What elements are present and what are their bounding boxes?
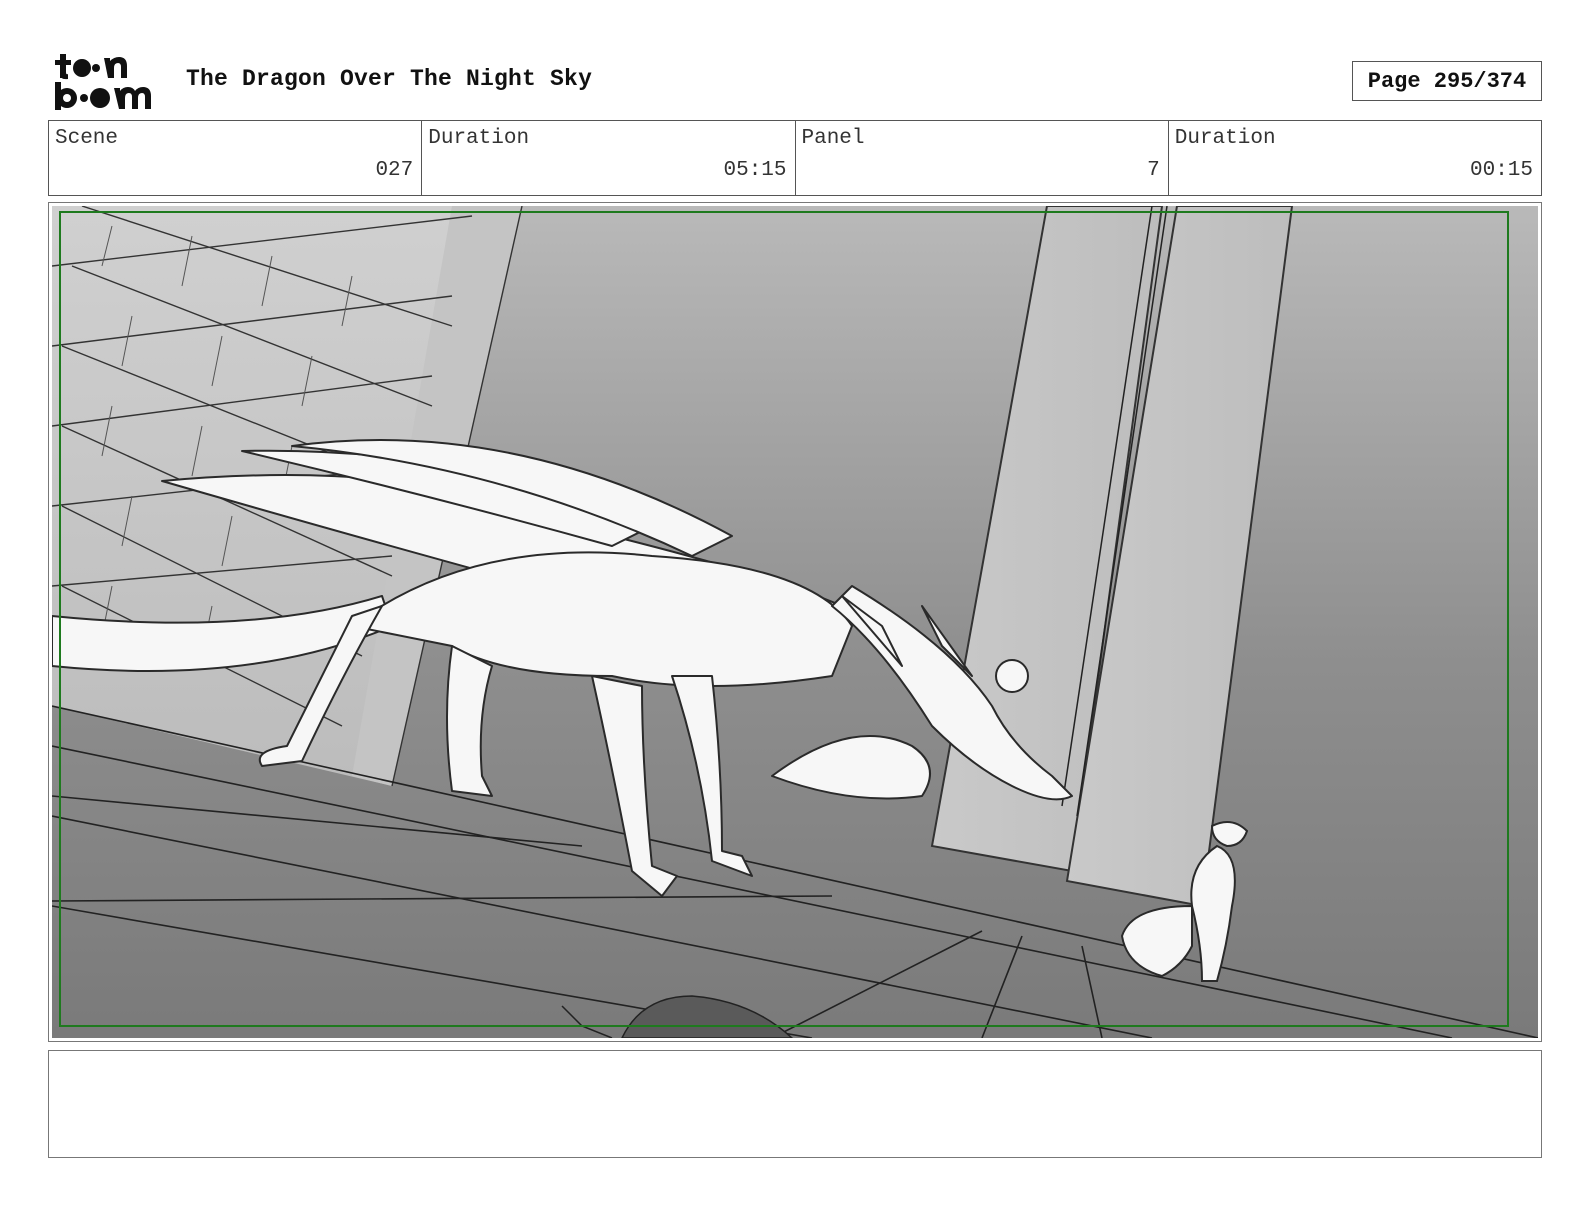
panel-value: 7 [1147,159,1160,182]
panel-duration-cell: Duration 00:15 [1169,121,1541,195]
panel-label: Panel [801,127,865,150]
panel-frame [48,202,1542,1042]
scene-cell: Scene 027 [49,121,423,195]
storyboard-panel-image [52,206,1538,1038]
panel-duration-label: Duration [1174,127,1276,150]
storyboard-title: The Dragon Over The Night Sky [186,66,593,92]
panel-notes-box [48,1050,1542,1158]
panel-cell: Panel 7 [796,121,1169,195]
scene-duration-value: 05:15 [723,159,787,182]
toon-boom-logo [55,54,151,110]
scene-label: Scene [55,127,119,150]
scene-value: 027 [375,159,414,182]
panel-duration-value: 00:15 [1469,159,1533,182]
page-number: Page 295/374 [1352,61,1542,101]
scene-info-table: Scene 027 Duration 05:15 Panel 7 Duratio… [48,120,1542,196]
scene-duration-cell: Duration 05:15 [422,121,796,195]
scene-duration-label: Duration [428,127,530,150]
